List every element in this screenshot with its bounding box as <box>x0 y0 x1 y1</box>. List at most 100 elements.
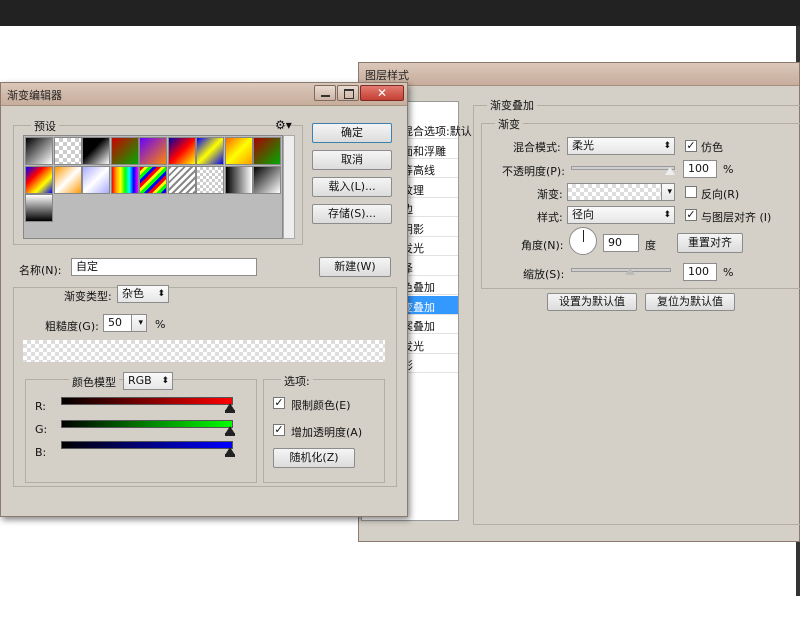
save-button[interactable]: 存储(S)... <box>312 204 392 224</box>
gradient-preset-swatch[interactable] <box>196 165 224 194</box>
layer-style-titlebar[interactable]: 图层样式 <box>359 63 799 86</box>
gradient-preset-swatch[interactable] <box>25 194 53 222</box>
dither-checkbox[interactable]: ✓ <box>685 140 697 152</box>
gradient-preset-swatch[interactable] <box>167 137 196 165</box>
close-button[interactable]: ✕ <box>360 85 404 101</box>
gradient-preset-swatch[interactable] <box>53 165 82 194</box>
opacity-unit: % <box>723 163 734 176</box>
gradient-preset-swatch[interactable] <box>167 165 196 194</box>
dither-label: 仿色 <box>701 141 723 154</box>
select-arrows-icon: ⬍ <box>161 376 169 386</box>
add-transparency-label: 增加透明度(A) <box>291 426 363 439</box>
gradient-preset-swatch[interactable] <box>82 165 110 194</box>
gradient-preset-swatch[interactable] <box>110 165 139 194</box>
presets-label: 预设 <box>31 118 59 134</box>
gradient-preset-swatch[interactable] <box>82 137 110 165</box>
select-arrows-icon: ⬍ <box>157 289 165 299</box>
layer-style-dialog: 图层样式 混合选项:默认面和浮雕等高线纹理边阴影发光泽色叠加变叠加案叠加发光影 … <box>358 62 800 542</box>
cancel-button[interactable]: 取消 <box>312 150 392 170</box>
channel-b-thumb-base <box>225 454 235 457</box>
gradient-preset-swatch[interactable] <box>139 165 167 194</box>
opacity-slider-thumb[interactable] <box>665 167 675 175</box>
roughness-unit: % <box>155 318 166 331</box>
scale-slider-thumb[interactable] <box>625 268 635 275</box>
chevron-down-icon: ▾ <box>667 187 672 197</box>
gear-icon[interactable]: ⚙▾ <box>275 118 292 132</box>
options-label: 选项: <box>281 373 313 389</box>
gradient-preset-swatch[interactable] <box>110 137 139 165</box>
style-label: 样式: <box>537 211 563 224</box>
color-model-select[interactable]: RGB ⬍ <box>123 372 173 390</box>
angle-dial[interactable] <box>569 227 597 255</box>
scale-unit: % <box>723 266 734 279</box>
randomize-button[interactable]: 随机化(Z) <box>273 448 355 468</box>
presets-scrollbar[interactable] <box>283 135 295 239</box>
gradient-preset-swatch[interactable] <box>224 137 253 165</box>
style-list-item-label: 面和浮雕 <box>402 144 446 158</box>
restrict-colors-checkbox[interactable]: ✓ <box>273 397 285 409</box>
blend-mode-label: 混合模式: <box>513 141 561 154</box>
set-default-button[interactable]: 设置为默认值 <box>547 293 637 311</box>
gradient-dropdown-button[interactable]: ▾ <box>661 183 675 201</box>
channel-g-slider[interactable] <box>61 420 233 428</box>
channel-g-thumb-base <box>225 433 235 436</box>
gradient-subgroup-title: 渐变 <box>495 116 523 132</box>
chevron-down-icon: ▾ <box>138 318 143 328</box>
channel-r-slider[interactable] <box>61 397 233 405</box>
new-button[interactable]: 新建(W) <box>319 257 391 277</box>
add-transparency-checkbox[interactable]: ✓ <box>273 424 285 436</box>
align-with-layer-label: 与图层对齐 (I) <box>701 211 772 224</box>
opacity-input[interactable]: 100 <box>683 160 717 178</box>
minimize-icon <box>321 95 330 97</box>
gradient-editor-dialog: 渐变编辑器 ✕ 预设 ⚙▾ 确定 取消 载入(L)... 存储(S)... 名称… <box>0 82 408 517</box>
gradient-editor-titlebar[interactable]: 渐变编辑器 ✕ <box>1 83 407 106</box>
color-model-label: 颜色模型 <box>69 374 119 390</box>
ok-button[interactable]: 确定 <box>312 123 392 143</box>
scale-input[interactable]: 100 <box>683 263 717 281</box>
gradient-label: 渐变: <box>537 188 563 201</box>
opacity-slider[interactable] <box>571 166 675 170</box>
roughness-dropdown[interactable]: ▾ <box>131 314 147 332</box>
gradient-preview[interactable] <box>567 183 663 201</box>
select-arrows-icon: ⬍ <box>663 141 671 151</box>
reset-default-button[interactable]: 复位为默认值 <box>645 293 735 311</box>
roughness-input[interactable]: 50 <box>103 314 133 332</box>
color-model-group <box>25 379 257 483</box>
gradient-preset-swatch[interactable] <box>139 137 167 165</box>
gradient-preset-swatch[interactable] <box>253 165 281 194</box>
gradient-preset-swatch[interactable] <box>53 137 82 165</box>
style-list-item-label: 混合选项:默认 <box>402 125 472 138</box>
scale-slider[interactable] <box>571 268 671 272</box>
gradient-preset-swatch[interactable] <box>25 137 53 165</box>
angle-dial-needle <box>583 230 584 242</box>
select-arrows-icon: ⬍ <box>663 210 671 220</box>
angle-label: 角度(N): <box>521 239 564 252</box>
name-input[interactable]: 自定 <box>71 258 257 276</box>
gradient-type-select[interactable]: 杂色 ⬍ <box>117 285 169 303</box>
channel-b-slider[interactable] <box>61 441 233 449</box>
gradient-preset-swatch[interactable] <box>224 165 253 194</box>
gradient-preset-swatch[interactable] <box>253 137 281 165</box>
style-select[interactable]: 径向 ⬍ <box>567 206 675 224</box>
opacity-label: 不透明度(P): <box>502 165 565 178</box>
gradient-preset-swatch[interactable] <box>25 165 53 194</box>
angle-input[interactable]: 90 <box>603 234 639 252</box>
load-button[interactable]: 载入(L)... <box>312 177 392 197</box>
gradient-preset-swatch[interactable] <box>196 137 224 165</box>
channel-r-thumb-base <box>225 410 235 413</box>
channel-b-label: B: <box>35 446 47 459</box>
reverse-checkbox[interactable] <box>685 186 697 198</box>
minimize-button[interactable] <box>314 85 336 101</box>
blend-mode-select[interactable]: 柔光 ⬍ <box>567 137 675 155</box>
blend-mode-value: 柔光 <box>572 139 594 152</box>
gradient-type-value: 杂色 <box>122 287 144 300</box>
maximize-icon <box>344 89 354 99</box>
reset-alignment-button[interactable]: 重置对齐 <box>677 233 743 253</box>
maximize-button[interactable] <box>337 85 359 101</box>
style-value: 径向 <box>572 208 594 221</box>
roughness-label: 粗糙度(G): <box>45 320 99 333</box>
align-with-layer-checkbox[interactable]: ✓ <box>685 209 697 221</box>
name-label: 名称(N): <box>19 264 62 277</box>
layer-style-title: 图层样式 <box>365 69 409 82</box>
reverse-label: 反向(R) <box>701 188 740 201</box>
